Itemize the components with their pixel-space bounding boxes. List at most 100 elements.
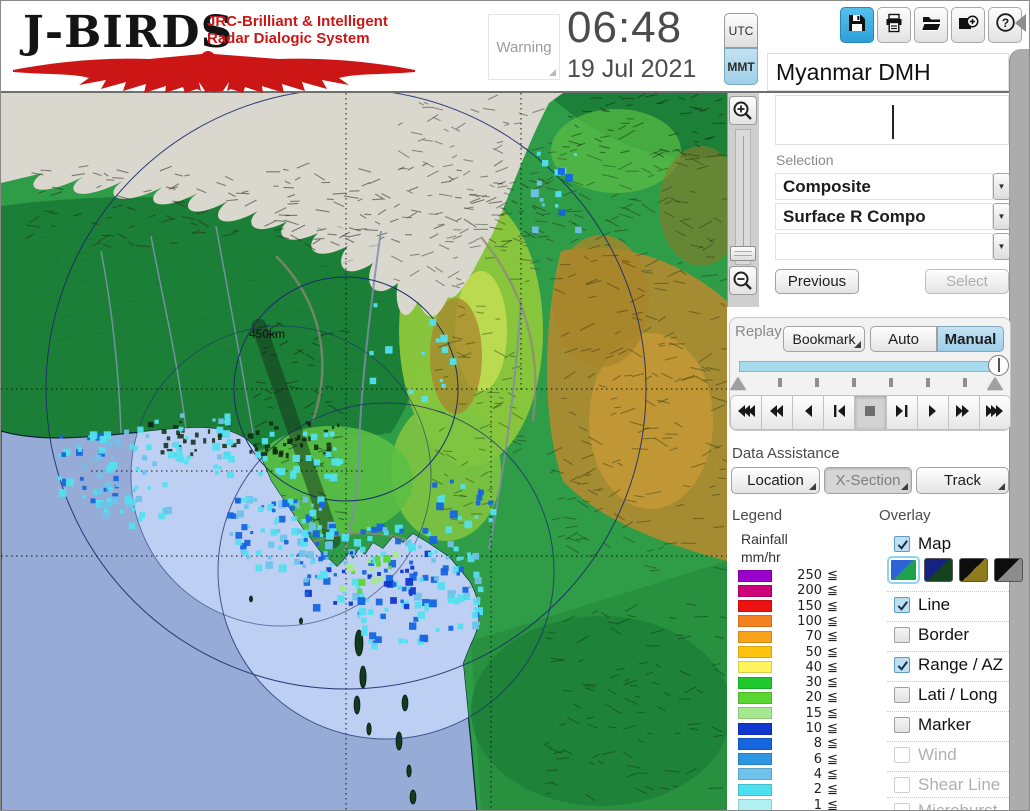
print-button[interactable]: [877, 7, 911, 43]
legend-lte-symbol: ≦: [827, 629, 838, 645]
legend-lte-symbol: ≦: [827, 721, 838, 736]
zoom-slider-track[interactable]: [735, 129, 751, 265]
stop-button[interactable]: [855, 396, 887, 429]
panel-collapse-arrow-icon[interactable]: [1015, 14, 1026, 32]
selection-dropdown-1[interactable]: Composite: [775, 173, 993, 200]
jump-end-icon: [985, 404, 1004, 422]
radar-map-view[interactable]: 450km: [1, 93, 727, 810]
overlay-item-range-az[interactable]: Range / AZ: [887, 651, 1009, 678]
overlay-item-wind[interactable]: Wind: [887, 741, 1009, 768]
data-assistance-label: Data Assistance: [732, 445, 840, 462]
overlay-item-border[interactable]: Border: [887, 621, 1009, 648]
selection-dropdown-1-arrow-icon[interactable]: ▼: [993, 173, 1010, 200]
track-button[interactable]: Track: [916, 467, 1009, 494]
warning-button[interactable]: Warning: [488, 14, 560, 80]
overlay-item-map[interactable]: Map: [887, 531, 1009, 557]
checkbox-unchecked[interactable]: [894, 687, 910, 703]
checkbox-unchecked[interactable]: [894, 717, 910, 733]
manual-button[interactable]: Manual: [937, 326, 1004, 352]
checkbox-checked[interactable]: [894, 597, 910, 613]
legend-value: 1: [813, 797, 822, 811]
zoom-out-button[interactable]: [729, 266, 757, 295]
overlay-item-shear-line[interactable]: Shear Line: [887, 771, 1009, 798]
timeline-tick: [963, 378, 967, 387]
timeline-tick: [889, 378, 893, 387]
map-style-navy-darkgreen[interactable]: [924, 558, 953, 582]
legend-value: 70: [805, 629, 822, 645]
eagle-logo-icon: [13, 51, 415, 93]
open-folder-button[interactable]: [914, 7, 948, 43]
step-back-button[interactable]: [824, 396, 856, 429]
previous-button[interactable]: Previous: [775, 269, 859, 294]
station-display-box: [775, 95, 1009, 145]
bookmark-button[interactable]: Bookmark: [783, 326, 865, 352]
legend-value: 8: [813, 736, 822, 752]
selection-dropdown-3-arrow-icon[interactable]: ▼: [993, 233, 1010, 260]
legend-lte-symbol: ≦: [827, 598, 838, 614]
timeline-end-marker: [987, 377, 1003, 390]
legend-row: 15 ≦: [738, 706, 838, 721]
legend-value: 250: [797, 568, 822, 583]
overlay-item-lati-long[interactable]: Lati / Long: [887, 681, 1009, 708]
jump-end-button[interactable]: [979, 396, 1010, 429]
playback-controls: [730, 395, 1011, 430]
legend-color-swatch: [738, 630, 772, 643]
play-icon: [923, 404, 942, 422]
clock-date: 19 Jul 2021: [567, 55, 697, 83]
checkbox-disabled[interactable]: [894, 747, 910, 763]
station-title: Myanmar DMH: [767, 53, 1009, 91]
checkbox-disabled[interactable]: [894, 803, 910, 810]
zoom-slider-thumb[interactable]: [730, 246, 756, 261]
auto-button[interactable]: Auto: [870, 326, 937, 352]
location-button[interactable]: Location: [731, 467, 820, 494]
selection-dropdown-2[interactable]: Surface R Compo: [775, 203, 993, 230]
step-forward-button[interactable]: [886, 396, 918, 429]
play-button[interactable]: [917, 396, 949, 429]
legend-color-swatch: [738, 661, 772, 674]
checkbox-disabled[interactable]: [894, 777, 910, 793]
checkbox-unchecked[interactable]: [894, 627, 910, 643]
legend-row: 6 ≦: [738, 752, 838, 767]
overlay-item-label: Lati / Long: [918, 685, 998, 704]
legend-color-swatch: [738, 615, 772, 628]
legend-lte-symbol: ≦: [827, 751, 838, 767]
radar-map-svg: 450km: [1, 93, 727, 810]
legend-lte-symbol: ≦: [827, 797, 838, 811]
clock-time: 06:48: [567, 3, 683, 52]
play-reverse-button[interactable]: [793, 396, 825, 429]
legend-value: 10: [805, 721, 822, 736]
fast-forward-button[interactable]: [948, 396, 980, 429]
overlay-item-label: Microburst: [918, 801, 998, 811]
checkbox-checked[interactable]: [894, 657, 910, 673]
legend-lte-symbol: ≦: [827, 690, 838, 706]
overlay-item-microburst[interactable]: Microburst: [887, 797, 1009, 811]
timeline-tick: [852, 378, 856, 387]
legend-value: 100: [797, 613, 822, 629]
overlay-item-marker[interactable]: Marker: [887, 711, 1009, 738]
x-section-button[interactable]: X-Section: [824, 467, 912, 494]
map-style-black-olive[interactable]: [959, 558, 988, 582]
fast-forward-icon: [954, 404, 973, 422]
fast-rewind-button[interactable]: [762, 396, 794, 429]
map-style-blue-green-selected[interactable]: [887, 556, 920, 584]
selection-dropdown-3[interactable]: [775, 233, 993, 260]
selection-dropdown-2-arrow-icon[interactable]: ▼: [993, 203, 1010, 230]
timezone-utc-button[interactable]: UTC: [724, 13, 758, 48]
zoom-in-button[interactable]: [729, 96, 757, 125]
replay-timeline-thumb[interactable]: [988, 355, 1009, 376]
map-style-black-gray[interactable]: [994, 558, 1023, 582]
overlay-item-line[interactable]: Line: [887, 591, 1009, 618]
replay-timeline-bar[interactable]: [739, 361, 1003, 372]
legend-label: Legend: [732, 507, 783, 524]
checkbox-checked[interactable]: [894, 536, 910, 552]
save-icon: [847, 13, 867, 38]
legend-lte-symbol: ≦: [827, 644, 838, 660]
save-button[interactable]: [840, 7, 874, 43]
legend-color-swatch: [738, 722, 772, 735]
play-reverse-icon: [799, 404, 818, 422]
add-image-button[interactable]: [951, 7, 985, 43]
toolbar: ?: [840, 7, 1022, 43]
jump-start-button[interactable]: [731, 396, 763, 429]
timezone-mmt-button[interactable]: MMT: [724, 48, 758, 85]
select-button[interactable]: Select: [925, 269, 1009, 294]
